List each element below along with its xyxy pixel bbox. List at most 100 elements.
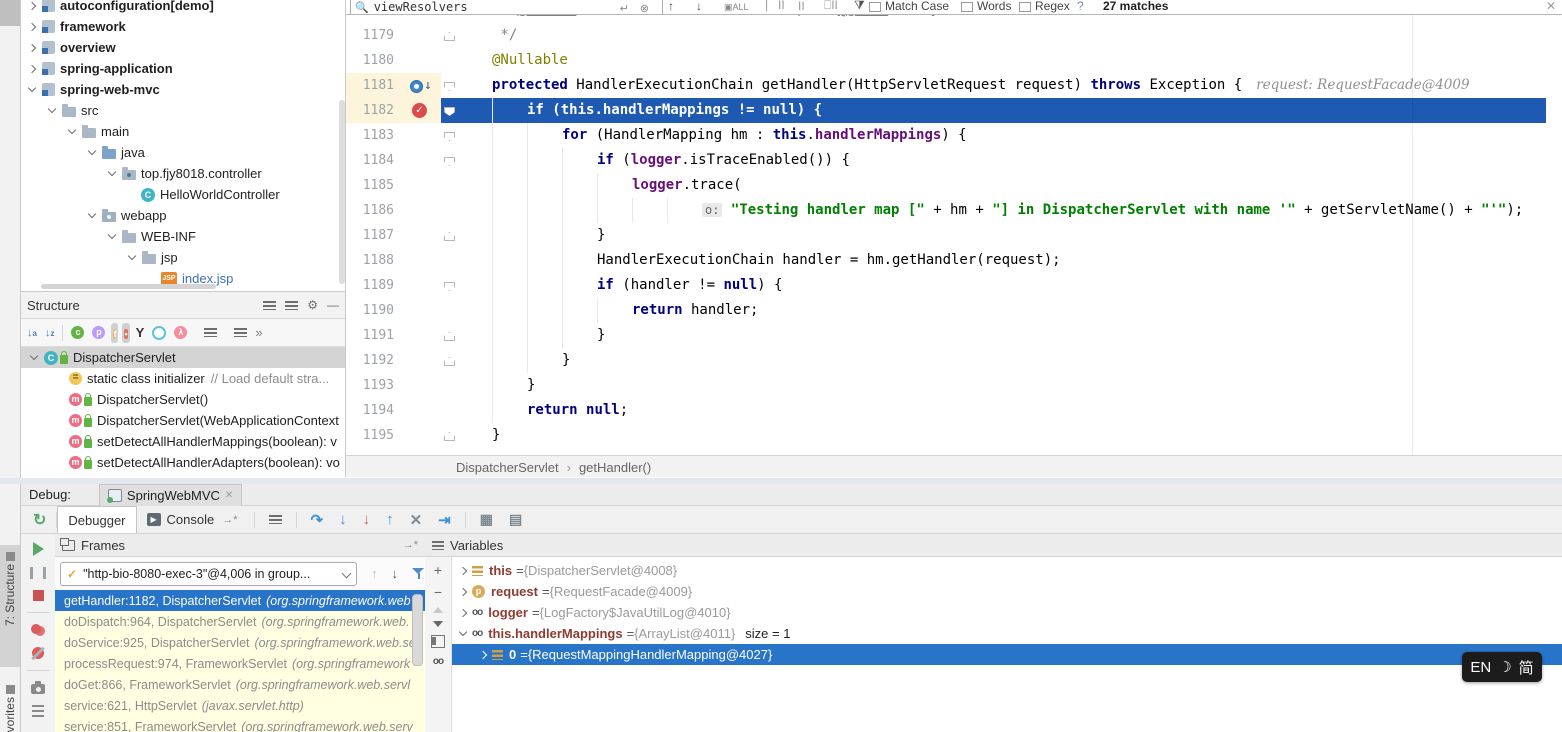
chevron-expanded-icon[interactable]: [48, 105, 56, 113]
show-inherited-icon[interactable]: c: [71, 326, 84, 339]
match-case-checkbox[interactable]: [869, 2, 881, 12]
code-content[interactable]: }: [441, 323, 1546, 348]
line-number[interactable]: 1190: [346, 298, 404, 323]
drop-frame-icon[interactable]: ✕: [410, 511, 423, 529]
tree-item[interactable]: spring-web-mvc: [21, 79, 345, 100]
code-line[interactable]: 1195}: [346, 423, 1546, 448]
gutter-icon-cell[interactable]: ↓: [404, 73, 441, 98]
tree-item[interactable]: webapp: [21, 205, 345, 226]
code-content[interactable]: return handler;: [441, 298, 1546, 323]
remove-watch-icon[interactable]: −: [434, 585, 442, 599]
toolwindow-button-favorites[interactable]: 2: Favorites: [0, 682, 20, 732]
evaluate-expression-icon[interactable]: ▦: [480, 511, 493, 528]
chevron-expanded-icon[interactable]: [88, 147, 96, 155]
show-interfaces-icon[interactable]: [152, 326, 166, 340]
clear-search-icon[interactable]: ⊗: [640, 2, 649, 15]
chevron-expanded-icon[interactable]: [459, 628, 467, 636]
structure-item[interactable]: DispatcherServlet(WebApplicationContext: [21, 410, 345, 431]
chevron-collapsed-icon[interactable]: [459, 566, 467, 574]
code-line[interactable]: 1178 * @return the HandlerExecutionChain…: [346, 14, 1546, 23]
tree-item[interactable]: autoconfiguration [demo]: [21, 0, 345, 16]
fold-close-icon[interactable]: [444, 232, 455, 241]
gutter-icon-cell[interactable]: [404, 398, 441, 423]
gutter-icon-cell[interactable]: [404, 48, 441, 73]
gutter-icon-cell[interactable]: [404, 373, 441, 398]
step-out-icon[interactable]: ↑: [386, 511, 394, 528]
fold-open-icon[interactable]: [444, 132, 455, 141]
code-content[interactable]: if (handler != null) {: [441, 273, 1546, 298]
show-non-public-toggle[interactable]: ▪: [122, 323, 129, 343]
chevron-collapsed-icon[interactable]: [459, 608, 467, 616]
dump-threads-icon[interactable]: [32, 705, 44, 717]
regex-label[interactable]: Regex: [1035, 0, 1070, 13]
ime-indicator[interactable]: EN ☽ 简: [1462, 652, 1542, 682]
line-number[interactable]: 1186: [346, 198, 404, 223]
chevron-collapsed-icon[interactable]: [28, 22, 36, 30]
find-all-icon[interactable]: ▣ALL: [724, 2, 749, 13]
method-entry-icon[interactable]: [410, 80, 423, 93]
stack-frame-row[interactable]: getHandler:1182, DispatcherServlet(org.s…: [55, 590, 425, 611]
tree-item[interactable]: src: [21, 100, 345, 121]
hide-panel-icon[interactable]: —: [327, 298, 339, 312]
breadcrumb-method[interactable]: getHandler(): [579, 460, 651, 475]
line-number[interactable]: 1181: [346, 73, 404, 98]
chevron-expanded-icon[interactable]: [108, 168, 116, 176]
code-line[interactable]: 1179 */: [346, 23, 1546, 48]
fold-open-icon[interactable]: [444, 107, 455, 116]
code-content[interactable]: @Nullable: [441, 48, 1546, 73]
chevron-collapsed-icon[interactable]: [459, 587, 467, 595]
stack-frame-row[interactable]: doDispatch:964, DispatcherServlet(org.sp…: [55, 611, 425, 632]
code-line[interactable]: 1182✓if (this.handlerMappings != null) {: [346, 98, 1546, 123]
code-content[interactable]: */: [441, 23, 1546, 48]
chevron-collapsed-icon[interactable]: [28, 64, 36, 72]
resume-icon[interactable]: [33, 542, 44, 556]
fold-close-icon[interactable]: [444, 432, 455, 441]
words-checkbox[interactable]: [961, 2, 973, 12]
variable-row[interactable]: request= {RequestFacade@4009}: [452, 581, 1562, 602]
frame-down-icon[interactable]: ↓: [392, 566, 399, 581]
toggle-in-literals-icon[interactable]: ⎕II: [824, 0, 838, 13]
gutter-icon-cell[interactable]: [404, 123, 441, 148]
gutter-icon-cell[interactable]: [404, 148, 441, 173]
code-content[interactable]: return null;: [441, 398, 1546, 423]
tab-debugger[interactable]: Debugger: [57, 506, 136, 533]
rerun-icon[interactable]: ↻: [33, 510, 46, 530]
fold-open-icon[interactable]: [444, 82, 455, 91]
stop-icon[interactable]: [33, 590, 44, 601]
step-into-icon[interactable]: ↓: [339, 511, 347, 528]
gutter-icon-cell[interactable]: [404, 323, 441, 348]
gutter-icon-cell[interactable]: [404, 14, 441, 23]
chevron-expanded-icon[interactable]: [88, 210, 96, 218]
gutter-icon-cell[interactable]: [404, 198, 441, 223]
gear-icon[interactable]: ⚙: [307, 298, 318, 312]
search-filter-icon[interactable]: ⧩: [854, 0, 865, 13]
fold-close-icon[interactable]: [444, 332, 455, 341]
code-line[interactable]: 1190 return handler;: [346, 298, 1546, 323]
regex-help-icon[interactable]: ?: [1077, 0, 1084, 13]
tree-item[interactable]: main: [21, 121, 345, 142]
fold-open-icon[interactable]: [444, 282, 455, 291]
hide-library-frames-icon[interactable]: [412, 567, 425, 580]
code-content[interactable]: HandlerExecutionChain handler = hm.getHa…: [441, 248, 1546, 273]
gutter-icon-cell[interactable]: [404, 298, 441, 323]
code-line[interactable]: 1185logger.trace(: [346, 173, 1546, 198]
code-content[interactable]: }: [441, 223, 1546, 248]
code-content[interactable]: }: [441, 423, 1546, 448]
gutter-icon-cell[interactable]: [404, 223, 441, 248]
code-area[interactable]: 1178 * @return the HandlerExecutionChain…: [346, 14, 1562, 455]
collapsed-toolwindow-block[interactable]: [0, 0, 20, 26]
chevron-expanded-icon[interactable]: [30, 352, 38, 360]
chevron-collapsed-icon[interactable]: [479, 650, 487, 658]
stack-frame-row[interactable]: service:621, HttpServlet(javax.servlet.h…: [55, 695, 425, 716]
restore-layout-icon[interactable]: [431, 635, 445, 648]
fold-open-icon[interactable]: [444, 157, 455, 166]
gutter-icon-cell[interactable]: [404, 348, 441, 373]
stack-frame-row[interactable]: processRequest:974, FrameworkServlet(org…: [55, 653, 425, 674]
more-options-icon[interactable]: »: [255, 325, 262, 340]
line-number[interactable]: 1188: [346, 248, 404, 273]
stack-frame-row[interactable]: doService:925, DispatcherServlet(org.spr…: [55, 632, 425, 653]
variable-row[interactable]: this= {DispatcherServlet@4008}: [452, 560, 1562, 581]
tree-item[interactable]: framework: [21, 16, 345, 37]
structure-expand-all-icon[interactable]: [204, 328, 217, 337]
code-content[interactable]: logger.trace(: [441, 173, 1546, 198]
